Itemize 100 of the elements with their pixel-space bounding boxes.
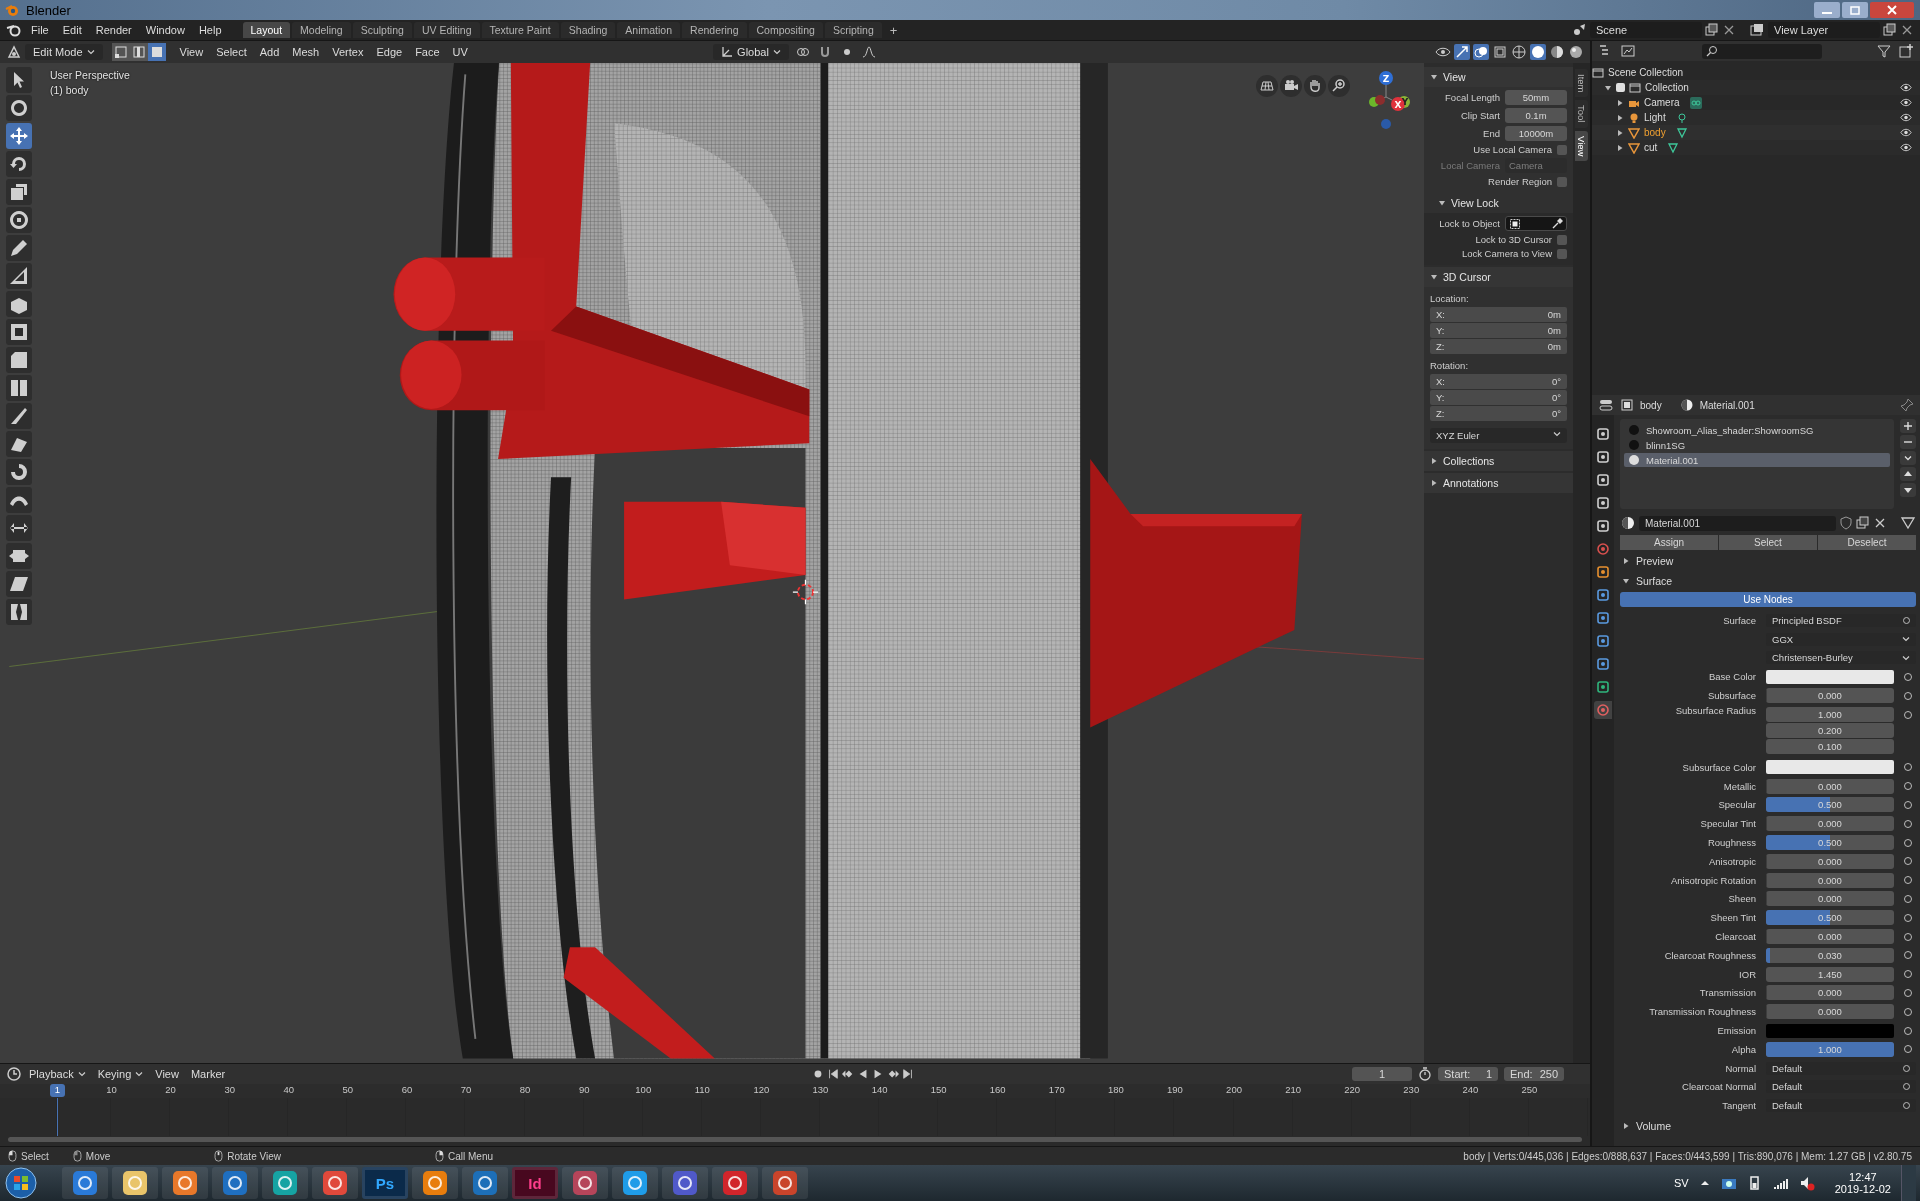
jump-to-end-icon[interactable]	[902, 1068, 915, 1080]
slider-field[interactable]: 0.000	[1766, 853, 1894, 869]
current-frame-marker[interactable]: 1	[50, 1084, 65, 1097]
vertex-select-icon[interactable]	[111, 43, 130, 61]
checkbox[interactable]	[1557, 144, 1567, 155]
chevron-down-icon[interactable]	[772, 48, 781, 56]
disclosure-triangle-icon[interactable]	[1616, 98, 1624, 107]
color-swatch[interactable]	[1766, 1023, 1894, 1038]
properties-tab[interactable]	[1594, 425, 1612, 443]
tool-icon[interactable]	[6, 515, 32, 541]
display-mode-icon[interactable]	[1620, 43, 1636, 59]
end-frame-field[interactable]: End: 250	[1504, 1067, 1564, 1081]
chevron-down-icon[interactable]	[1902, 654, 1910, 662]
panel-header[interactable]: Surface	[1620, 572, 1916, 590]
mode-dropdown[interactable]: Edit Mode	[25, 44, 103, 60]
slider-field[interactable]: 0.000	[1766, 891, 1894, 907]
arrow-up-icon[interactable]	[1900, 467, 1916, 481]
tool-icon[interactable]	[6, 151, 32, 177]
action-button[interactable]: Select	[1719, 535, 1817, 550]
checkbox[interactable]	[1557, 234, 1567, 245]
disclosure-triangle-icon[interactable]	[1430, 273, 1438, 281]
minimize-button[interactable]	[1814, 2, 1840, 18]
disclosure-triangle-icon[interactable]	[1616, 113, 1624, 122]
menu-item[interactable]: View	[174, 44, 209, 60]
taskbar-app-icon[interactable]	[612, 1167, 658, 1199]
properties-tab[interactable]	[1594, 563, 1612, 581]
material-slot[interactable]: Showroom_Alias_shader:ShowroomSG	[1624, 423, 1890, 437]
panel-header[interactable]: Annotations	[1424, 473, 1573, 493]
tool-icon[interactable]	[6, 571, 32, 597]
tool-icon[interactable]	[6, 67, 32, 93]
number-field[interactable]: 1.000	[1766, 707, 1894, 722]
material-name-field[interactable]: Material.001	[1639, 515, 1836, 531]
outliner-item[interactable]: Scene Collection	[1608, 67, 1684, 78]
stopwatch-icon[interactable]	[1418, 1067, 1432, 1081]
language-indicator[interactable]: SV	[1674, 1177, 1689, 1189]
tool-icon[interactable]	[6, 235, 32, 261]
checkbox[interactable]	[1616, 83, 1625, 92]
disclosure-triangle-icon[interactable]	[1438, 199, 1446, 207]
panel-header[interactable]: 3D Cursor	[1424, 267, 1573, 287]
properties-tab[interactable]	[1594, 517, 1612, 535]
scene-icon[interactable]	[1571, 22, 1587, 38]
rotation-mode-dropdown[interactable]: XYZ Euler	[1430, 428, 1567, 443]
taskbar-app-icon[interactable]	[762, 1167, 808, 1199]
disclosure-triangle-icon[interactable]	[1622, 577, 1630, 585]
tool-icon[interactable]	[6, 599, 32, 625]
slider-field[interactable]: 0.500	[1766, 835, 1894, 851]
object-field[interactable]	[1505, 216, 1567, 231]
taskbar-app-icon[interactable]	[562, 1167, 608, 1199]
workspace-tab[interactable]: Sculpting	[352, 22, 412, 38]
tool-icon[interactable]	[6, 431, 32, 457]
menu-item[interactable]: Mesh	[287, 44, 325, 60]
sidebar-tab[interactable]: Item	[1575, 69, 1588, 98]
menu-item[interactable]: Playback	[24, 1066, 91, 1082]
taskbar-app-icon[interactable]	[112, 1167, 158, 1199]
jump-to-start-icon[interactable]	[827, 1068, 840, 1080]
taskbar-app-icon[interactable]	[412, 1167, 458, 1199]
grid-icon[interactable]	[1256, 75, 1278, 97]
number-field[interactable]: Z: 0m	[1430, 339, 1567, 354]
camera-data-icon[interactable]	[1689, 96, 1702, 109]
tool-icon[interactable]	[6, 347, 32, 373]
tool-icon[interactable]	[6, 291, 32, 317]
disclosure-triangle-icon[interactable]	[1622, 1122, 1630, 1131]
input-link-field[interactable]: Default	[1766, 1061, 1916, 1075]
dropdown[interactable]: GGX	[1766, 632, 1916, 646]
close-icon[interactable]	[1873, 516, 1887, 530]
checkbox[interactable]	[1557, 248, 1567, 259]
rendered-shading-icon[interactable]	[1568, 44, 1584, 60]
shield-icon[interactable]	[1839, 516, 1853, 530]
start-frame-field[interactable]: Start: 1	[1438, 1067, 1498, 1081]
eye-icon[interactable]	[1900, 128, 1912, 137]
minus-icon[interactable]	[1900, 435, 1916, 449]
material-browse-icon[interactable]	[1620, 515, 1636, 531]
menu-item[interactable]: Help	[193, 22, 227, 38]
panel-header[interactable]: Volume	[1620, 1117, 1916, 1136]
menu-item[interactable]: Window	[140, 22, 190, 38]
properties-tab[interactable]	[1594, 655, 1612, 673]
menu-item[interactable]: Marker	[185, 1066, 231, 1082]
tool-icon[interactable]	[6, 375, 32, 401]
menu-item[interactable]: Add	[254, 44, 285, 60]
workspace-tab[interactable]: Rendering	[682, 22, 747, 38]
number-field[interactable]: Y: 0m	[1430, 323, 1567, 338]
properties-tab[interactable]	[1594, 632, 1612, 650]
taskbar-app[interactable]: Id	[512, 1167, 558, 1199]
dropdown[interactable]: Christensen-Burley	[1766, 651, 1916, 665]
speaker-muted-icon[interactable]	[1798, 1175, 1815, 1191]
panel-header[interactable]: Preview	[1620, 552, 1916, 570]
blender-logo-icon[interactable]	[6, 22, 22, 38]
tool-icon[interactable]	[6, 95, 32, 121]
workspace-tab[interactable]: UV Editing	[413, 22, 480, 38]
disclosure-triangle-icon[interactable]	[1616, 128, 1624, 137]
light-data-icon[interactable]	[1675, 111, 1688, 124]
number-field[interactable]: Z: 0°	[1430, 406, 1567, 421]
menu-item[interactable]: Select	[211, 44, 252, 60]
checkbox[interactable]	[1557, 176, 1567, 187]
properties-tab[interactable]	[1594, 586, 1612, 604]
taskbar-app-icon[interactable]	[462, 1167, 508, 1199]
tool-icon[interactable]	[6, 179, 32, 205]
number-field[interactable]: X: 0°	[1430, 374, 1567, 389]
tool-icon[interactable]	[6, 459, 32, 485]
number-field[interactable]: 1.450	[1766, 966, 1894, 982]
